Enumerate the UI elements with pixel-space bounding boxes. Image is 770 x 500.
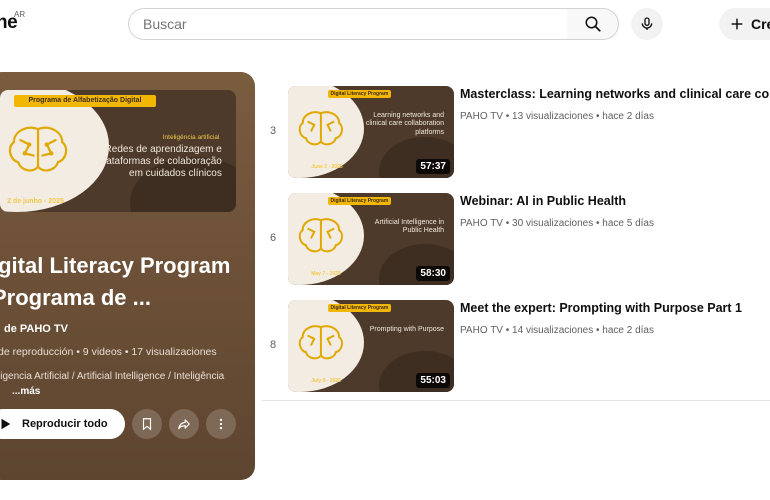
brain-icon [299, 111, 344, 146]
search-placeholder: Buscar [143, 16, 187, 32]
play-all-button[interactable]: Reproducir todo [0, 409, 125, 439]
playlist-description: ligencia Artificial / Artificial Intelli… [0, 371, 225, 382]
video-duration: 58:30 [416, 266, 450, 281]
playlist-owner[interactable]: de PAHO TV [4, 323, 68, 335]
share-icon [178, 419, 190, 430]
thumbnail-title: Artificial Intelligence in Public Health [374, 218, 445, 235]
playlist-meta: de reproducción • 9 videos • 17 visualiz… [0, 346, 217, 358]
thumbnail-date: June 2 - 2025 [311, 163, 343, 170]
top-bar: he AR Buscar Cre [0, 0, 770, 48]
playlist-title-line: igital Literacy Program [0, 253, 231, 278]
thumbnail-date: 2 de junho - 2025 [7, 197, 64, 205]
playlist-thumbnail-art: Programa de Alfabetização Digital Inteli… [0, 90, 236, 212]
video-duration: 55:03 [416, 373, 450, 388]
plus-icon [731, 18, 743, 30]
thumbnail-band: Digital Literacy Program [327, 89, 391, 98]
playlist-title-line: Programa de ... [0, 285, 151, 310]
channel-name[interactable]: PAHO TV [460, 111, 503, 122]
video-thumbnail[interactable]: Digital Literacy Program Prompting with … [288, 300, 454, 392]
brain-icon [8, 126, 67, 172]
create-button[interactable]: Cre [719, 8, 770, 40]
thumbnail-date: July 9 - 2025 [311, 377, 341, 384]
channel-name[interactable]: PAHO TV [460, 325, 503, 336]
video-meta: PAHO TV • 14 visualizaciones • hace 2 dí… [460, 325, 654, 336]
more-actions-button[interactable] [206, 409, 236, 439]
list-item[interactable]: 8 Digital Literacy Program Prompting wit… [260, 294, 770, 394]
video-index: 8 [270, 339, 277, 351]
list-item[interactable]: 6 Digital Literacy Program Artificial In… [260, 187, 770, 287]
playlist-thumbnail[interactable]: Programa de Alfabetização Digital Inteli… [0, 90, 236, 212]
playlist-title: igital Literacy Program Programa de ... [0, 250, 252, 314]
playlist-header-panel: Programa de Alfabetização Digital Inteli… [0, 72, 255, 480]
video-title[interactable]: Masterclass: Learning networks and clini… [460, 87, 770, 101]
video-thumbnail[interactable]: Digital Literacy Program Learning networ… [288, 86, 454, 178]
thumbnail-title: Learning networks and clinical care coll… [365, 111, 445, 136]
play-icon [1, 418, 11, 430]
brain-icon [299, 218, 344, 253]
save-playlist-button[interactable] [132, 409, 162, 439]
play-all-label: Reproducir todo [22, 418, 108, 430]
list-item[interactable]: 3 Digital Literacy Program Learning netw… [260, 80, 770, 180]
search-icon [585, 16, 601, 32]
thumbnail-event: Aula Magna [7, 188, 40, 195]
microphone-icon [641, 17, 653, 30]
search-input[interactable]: Buscar [128, 8, 568, 40]
thumbnail-band: Programa de Alfabetização Digital [14, 94, 156, 108]
video-index: 3 [270, 125, 277, 137]
video-duration: 57:37 [416, 159, 450, 174]
search-button[interactable] [567, 8, 619, 40]
thumbnail-category: Inteligência artificial [162, 133, 220, 141]
video-meta: PAHO TV • 30 visualizaciones • hace 5 dí… [460, 218, 654, 229]
video-meta: PAHO TV • 13 visualizaciones • hace 2 dí… [460, 111, 654, 122]
video-index: 6 [270, 232, 277, 244]
video-stats: 14 visualizaciones • hace 2 días [512, 325, 654, 336]
divider [262, 400, 770, 401]
video-title[interactable]: Webinar: AI in Public Health [460, 194, 626, 208]
voice-search-button[interactable] [631, 8, 663, 40]
more-vertical-icon [219, 418, 223, 430]
thumbnail-title: Prompting with Purpose [369, 325, 445, 333]
thumbnail-band: Digital Literacy Program [327, 196, 391, 205]
video-title[interactable]: Meet the expert: Prompting with Purpose … [460, 301, 742, 315]
country-code: AR [14, 10, 26, 19]
share-button[interactable] [169, 409, 199, 439]
video-stats: 13 visualizaciones • hace 2 días [512, 111, 654, 122]
channel-name[interactable]: PAHO TV [460, 218, 503, 229]
video-stats: 30 visualizaciones • hace 5 días [512, 218, 654, 229]
more-link[interactable]: ...más [12, 386, 40, 397]
video-thumbnail[interactable]: Digital Literacy Program Artificial Inte… [288, 193, 454, 285]
brain-icon [299, 325, 344, 360]
bookmark-icon [142, 418, 152, 431]
thumbnail-date: May 7 - 2025 [311, 270, 341, 277]
thumbnail-title: Redes de aprendizagem e plataformas de c… [98, 143, 222, 179]
thumbnail-band: Digital Literacy Program [327, 303, 391, 312]
create-label: Cre [751, 16, 770, 32]
